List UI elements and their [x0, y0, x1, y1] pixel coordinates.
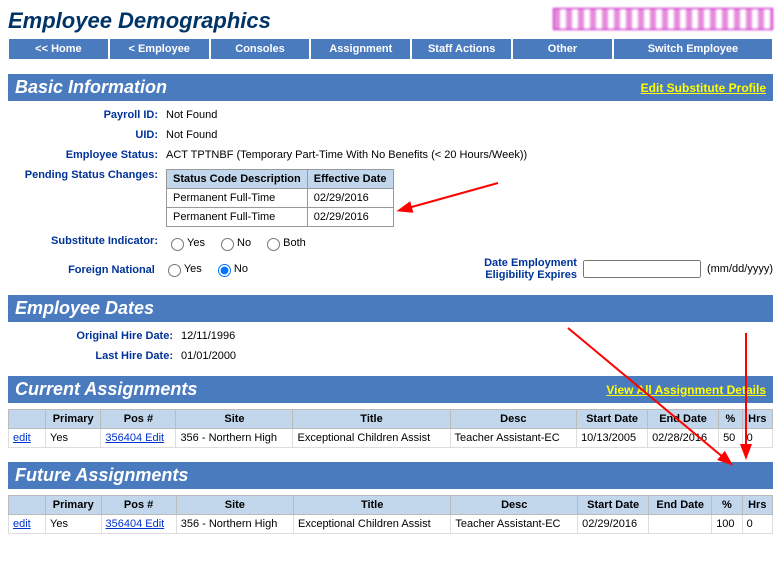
eligibility-expires-input[interactable]: [583, 260, 701, 278]
last-hire-label: Last Hire Date:: [8, 348, 181, 362]
original-hire-label: Original Hire Date:: [8, 328, 181, 342]
original-hire-value: 12/11/1996: [181, 328, 773, 342]
last-hire-value: 01/01/2000: [181, 348, 773, 362]
employee-status-value: ACT TPTNBF (Temporary Part-Time With No …: [166, 147, 773, 161]
table-row: Permanent Full-Time 02/29/2016: [167, 208, 394, 227]
col-hrs: Hrs: [742, 410, 772, 429]
foreign-national-label: Foreign National: [8, 262, 163, 276]
uid-value: Not Found: [166, 127, 773, 141]
nav-switch-employee[interactable]: Switch Employee: [613, 38, 773, 60]
nav-assignment[interactable]: Assignment: [310, 38, 411, 60]
foreign-no-radio[interactable]: [218, 264, 231, 277]
edit-substitute-profile-link[interactable]: Edit Substitute Profile: [641, 81, 766, 95]
uid-label: UID:: [8, 127, 166, 141]
section-basic-info: Basic Information Edit Substitute Profil…: [8, 74, 773, 101]
payroll-id-value: Not Found: [166, 107, 773, 121]
eligibility-hint: (mm/dd/yyyy): [707, 263, 773, 275]
page-title: Employee Demographics: [8, 8, 271, 34]
section-current-assignments: Current Assignments View All Assignment …: [8, 376, 773, 403]
redacted-banner: [553, 8, 773, 30]
substitute-both-radio[interactable]: [267, 238, 280, 251]
section-current-title: Current Assignments: [15, 379, 197, 400]
substitute-indicator-label: Substitute Indicator:: [8, 233, 166, 247]
col-site: Site: [176, 410, 293, 429]
substitute-no-radio[interactable]: [221, 238, 234, 251]
edit-link[interactable]: edit: [9, 515, 46, 534]
section-dates-title: Employee Dates: [15, 298, 154, 319]
nav-consoles[interactable]: Consoles: [210, 38, 311, 60]
pos-link[interactable]: 356404 Edit: [101, 429, 176, 448]
section-basic-title: Basic Information: [15, 77, 167, 98]
future-assignments-table: Primary Pos # Site Title Desc Start Date…: [8, 495, 773, 534]
foreign-yes-radio[interactable]: [168, 264, 181, 277]
section-future-title: Future Assignments: [15, 465, 188, 486]
pending-col-date: Effective Date: [307, 170, 393, 189]
col-pct: %: [719, 410, 743, 429]
section-future-assignments: Future Assignments: [8, 462, 773, 489]
main-nav: << Home < Employee Consoles Assignment S…: [8, 38, 773, 60]
edit-link[interactable]: edit: [9, 429, 46, 448]
col-title: Title: [293, 410, 450, 429]
current-assignments-table: Primary Pos # Site Title Desc Start Date…: [8, 409, 773, 448]
pending-status-label: Pending Status Changes:: [8, 167, 166, 181]
employee-status-label: Employee Status:: [8, 147, 166, 161]
pos-link[interactable]: 356404 Edit: [101, 515, 176, 534]
table-row: edit Yes 356404 Edit 356 - Northern High…: [9, 429, 773, 448]
table-row: edit Yes 356404 Edit 356 - Northern High…: [9, 515, 773, 534]
nav-other[interactable]: Other: [512, 38, 613, 60]
view-all-assignment-details-link[interactable]: View All Assignment Details: [606, 383, 766, 397]
col-start: Start Date: [577, 410, 648, 429]
table-row: Permanent Full-Time 02/29/2016: [167, 189, 394, 208]
pending-col-desc: Status Code Description: [167, 170, 308, 189]
pending-status-table: Status Code Description Effective Date P…: [166, 169, 394, 227]
nav-home[interactable]: << Home: [8, 38, 109, 60]
nav-employee[interactable]: < Employee: [109, 38, 210, 60]
section-employee-dates: Employee Dates: [8, 295, 773, 322]
col-end: End Date: [648, 410, 719, 429]
eligibility-expires-label: Date Employment Eligibility Expires: [440, 257, 577, 281]
payroll-id-label: Payroll ID:: [8, 107, 166, 121]
nav-staff-actions[interactable]: Staff Actions: [411, 38, 512, 60]
col-primary: Primary: [46, 410, 101, 429]
col-desc: Desc: [450, 410, 577, 429]
col-pos: Pos #: [101, 410, 176, 429]
substitute-yes-radio[interactable]: [171, 238, 184, 251]
